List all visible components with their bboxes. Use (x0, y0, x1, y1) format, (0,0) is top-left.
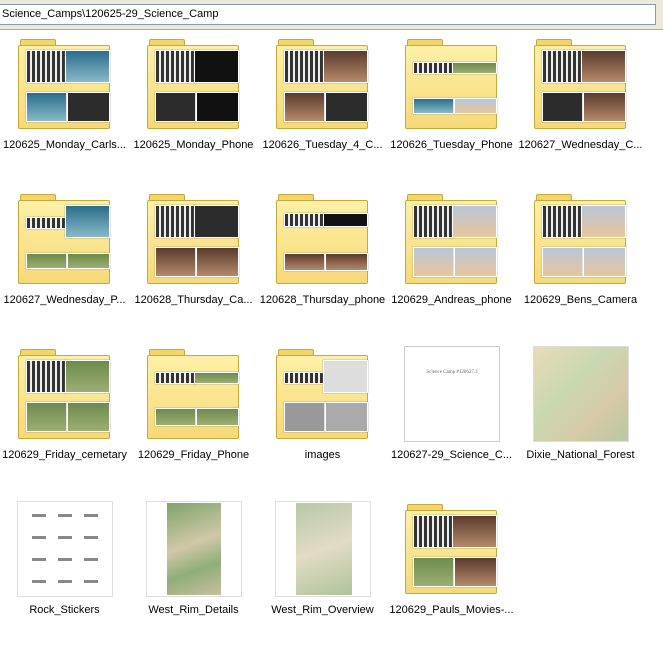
relief-map-thumbnail-icon (146, 501, 242, 597)
file-label: 120629_Friday_cemetary (2, 449, 127, 461)
file-label: 120626_Tuesday_Phone (390, 139, 513, 151)
file-label: 120629_Pauls_Movies-... (389, 604, 514, 616)
file-item[interactable]: 120627_Wednesday_C... (516, 36, 645, 186)
map-thumbnail-icon (533, 346, 629, 442)
file-label: Rock_Stickers (29, 604, 100, 616)
document-title: Science Camp #120627.3 (426, 370, 478, 375)
file-item[interactable]: West_Rim_Overview (258, 501, 387, 651)
folder-thumbnail-icon (275, 191, 371, 287)
file-label: 120625_Monday_Carls... (3, 139, 126, 151)
folder-thumbnail-icon (146, 346, 242, 442)
folder-thumbnail-icon (404, 36, 500, 132)
file-label: 120626_Tuesday_4_C... (262, 139, 383, 151)
file-item[interactable]: 120629_Friday_cemetary (0, 346, 129, 496)
file-label: 120629_Andreas_phone (391, 294, 512, 306)
file-label: 120625_Monday_Phone (133, 139, 254, 151)
file-item[interactable]: 120629_Friday_Phone (129, 346, 258, 496)
file-item[interactable]: 120627_Wednesday_P... (0, 191, 129, 341)
file-item[interactable]: 120629_Bens_Camera (516, 191, 645, 341)
stickers-thumbnail-icon (17, 501, 113, 597)
file-item[interactable]: Rock_Stickers (0, 501, 129, 651)
folder-thumbnail-icon (146, 191, 242, 287)
folder-thumbnail-icon (404, 191, 500, 287)
folder-thumbnail-icon (275, 346, 371, 442)
file-item[interactable]: 120629_Pauls_Movies-... (387, 501, 516, 651)
file-item[interactable]: images (258, 346, 387, 496)
file-grid: 120625_Monday_Carls... 120625_Monday_Pho… (0, 36, 663, 640)
file-label: 120629_Bens_Camera (523, 294, 638, 306)
file-item[interactable]: 120625_Monday_Carls... (0, 36, 129, 186)
file-item[interactable]: 120628_Thursday_phone (258, 191, 387, 341)
folder-thumbnail-icon (17, 36, 113, 132)
folder-thumbnail-icon (275, 36, 371, 132)
file-label: Dixie_National_Forest (526, 449, 635, 461)
folder-thumbnail-icon (533, 191, 629, 287)
document-thumbnail-icon: Science Camp #120627.3 (404, 346, 500, 442)
file-item[interactable]: Dixie_National_Forest (516, 346, 645, 496)
file-item[interactable]: Science Camp #120627.3 120627-29_Science… (387, 346, 516, 496)
file-item[interactable]: 120628_Thursday_Ca... (129, 191, 258, 341)
file-label: 120627_Wednesday_P... (3, 294, 126, 306)
file-item[interactable]: 120625_Monday_Phone (129, 36, 258, 186)
file-item[interactable]: 120626_Tuesday_4_C... (258, 36, 387, 186)
folder-thumbnail-icon (146, 36, 242, 132)
folder-thumbnail-icon (404, 501, 500, 597)
file-label: 120627_Wednesday_C... (518, 139, 643, 151)
file-label: 120629_Friday_Phone (137, 449, 250, 461)
folder-thumbnail-icon (533, 36, 629, 132)
file-label: West_Rim_Details (148, 604, 239, 616)
folder-thumbnail-icon (17, 191, 113, 287)
relief-map-thumbnail-icon (275, 501, 371, 597)
file-label: images (304, 449, 341, 461)
file-item[interactable]: West_Rim_Details (129, 501, 258, 651)
file-item[interactable]: 120626_Tuesday_Phone (387, 36, 516, 186)
file-label: 120627-29_Science_C... (390, 449, 513, 461)
address-input[interactable]: Science_Camps\120625-29_Science_Camp (0, 4, 656, 25)
file-item[interactable]: 120629_Andreas_phone (387, 191, 516, 341)
folder-thumbnail-icon (17, 346, 113, 442)
file-label: 120628_Thursday_phone (259, 294, 386, 306)
address-bar: Science_Camps\120625-29_Science_Camp (0, 0, 663, 30)
file-label: 120628_Thursday_Ca... (134, 294, 253, 306)
file-label: West_Rim_Overview (271, 604, 374, 616)
